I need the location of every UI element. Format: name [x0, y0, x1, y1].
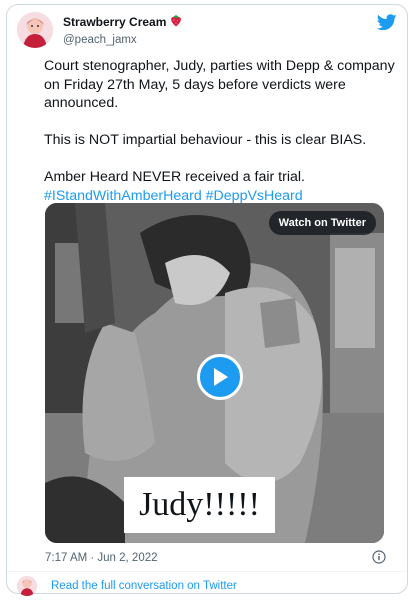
tweet-paragraph: This is NOT impartial behaviour - this i…: [44, 132, 367, 148]
strawberry-icon: [170, 14, 182, 30]
timestamp-link[interactable]: 7:17 AM · Jun 2, 2022: [45, 552, 158, 564]
tweet-text: Court stenographer, Judy, parties with D…: [44, 57, 399, 205]
tweet-header: Strawberry Cream @peach_jamx: [17, 12, 397, 52]
author-names: Strawberry Cream @peach_jamx: [63, 14, 182, 46]
info-icon[interactable]: [372, 549, 386, 567]
divider: [7, 571, 407, 572]
play-button[interactable]: [197, 354, 243, 400]
display-name[interactable]: Strawberry Cream: [63, 14, 182, 30]
tweet-line: Amber Heard NEVER received a fair trial.: [44, 169, 305, 185]
hashtag-links[interactable]: #IStandWithAmberHeard #DeppVsHeard: [44, 188, 303, 204]
twitter-bird-icon[interactable]: [376, 14, 397, 36]
tweet-paragraph-last: Amber Heard NEVER received a fair trial.…: [44, 168, 399, 205]
display-name-text[interactable]: Strawberry Cream: [63, 15, 166, 29]
play-icon: [214, 368, 228, 386]
tweet-card: Strawberry Cream @peach_jamx Court steno…: [6, 4, 408, 597]
tweet-meta: 7:17 AM · Jun 2, 2022: [45, 549, 386, 567]
read-conversation-link[interactable]: Read the full conversation on Twitter: [51, 580, 237, 592]
tweet-footer: Read the full conversation on Twitter: [17, 575, 397, 597]
footer-avatar[interactable]: [17, 576, 37, 596]
tweet-paragraph: Court stenographer, Judy, parties with D…: [44, 58, 395, 111]
video-media[interactable]: Watch on Twitter Judy!!!!!: [45, 203, 384, 543]
watch-on-twitter-button[interactable]: Watch on Twitter: [268, 211, 376, 235]
video-caption-overlay: Judy!!!!!: [124, 477, 275, 533]
author-handle[interactable]: @peach_jamx: [63, 34, 182, 46]
avatar[interactable]: [17, 12, 53, 48]
